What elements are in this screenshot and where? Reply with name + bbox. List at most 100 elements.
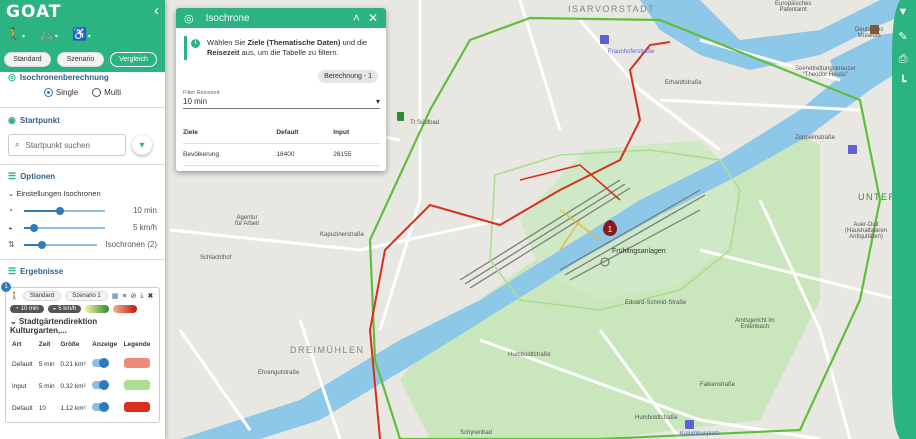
panel-header: GOAT ‹ 🚶▾ 🚲▾ ♿▾ Standard Szenario Vergle…: [0, 0, 165, 72]
list-icon: ☰: [8, 266, 17, 277]
map-label: Kolumbusplatz: [680, 431, 720, 437]
search-icon: ⌕: [15, 140, 20, 150]
map-label: Europäisches Patentamt: [775, 1, 812, 13]
table-icon[interactable]: ▦: [112, 292, 119, 300]
visibility-off-icon[interactable]: ⊘: [130, 292, 136, 300]
delete-icon[interactable]: ✖: [147, 292, 153, 300]
scenario-button[interactable]: Szenario: [57, 52, 104, 67]
standard-button[interactable]: Standard: [4, 52, 51, 67]
slider-track[interactable]: [24, 223, 105, 232]
visibility-toggle[interactable]: [92, 402, 110, 413]
filter-icon[interactable]: ▼: [895, 6, 911, 18]
calculation-select-button[interactable]: Berechnung - 1: [318, 70, 378, 83]
radio-single[interactable]: Single: [43, 88, 78, 98]
map-label: Agentur für Arbeit: [235, 215, 260, 227]
right-toolbar: ▼ ✎ ⎙ ┗: [890, 0, 916, 439]
map-label: Fraunhoferstraße: [608, 49, 655, 55]
minimize-icon[interactable]: ˄: [353, 11, 360, 25]
walk-mode-button[interactable]: 🚶▾: [6, 27, 25, 41]
svg-text:1: 1: [608, 225, 613, 234]
poi-ubahn-icon[interactable]: [600, 35, 609, 44]
map-label: Tr Südlbad: [410, 120, 440, 126]
dropdown-arrow-icon: ▾: [375, 97, 380, 106]
slider-track[interactable]: [24, 206, 105, 215]
chevron-down-icon[interactable]: ⌄: [10, 317, 17, 326]
sliders-icon: ☰: [8, 171, 17, 182]
green-legend-gradient: [85, 305, 110, 314]
section-title: ☰ Ergebnisse: [8, 266, 64, 277]
visibility-toggle[interactable]: [92, 380, 110, 391]
target-icon: ◎: [8, 72, 16, 82]
compare-button[interactable]: Vergleich: [110, 52, 157, 67]
isochrone-count-slider[interactable]: ⇅ Isochronen (2): [8, 236, 157, 253]
clock-icon: ◔: [8, 206, 13, 216]
edit-icon[interactable]: ✎: [895, 30, 911, 43]
table-row: Default 10 1.12 km²: [10, 397, 155, 419]
section-title: ☰ Optionen: [8, 171, 56, 182]
close-icon[interactable]: ✕: [368, 11, 378, 25]
info-message: i Wählen Sie Ziele (Thematische Daten) u…: [184, 36, 378, 60]
info-icon: i: [191, 39, 200, 48]
pick-location-button[interactable]: ▾: [132, 135, 152, 156]
map-label: Humboldtstraße: [508, 352, 551, 358]
chip-scenario[interactable]: Szenario 1: [65, 291, 108, 302]
park-poi-icon[interactable]: [397, 112, 404, 121]
layout-icon[interactable]: ┗: [895, 75, 911, 88]
wheelchair-mode-button[interactable]: ♿▾: [72, 27, 91, 41]
layers-icon[interactable]: ≡: [122, 293, 126, 300]
legend-swatch[interactable]: [123, 358, 150, 369]
map-label: Amtsgericht im Entenbach: [735, 318, 775, 330]
legend-swatch[interactable]: [123, 380, 150, 391]
popup-header: ◎ Isochrone ˄ ✕: [176, 8, 386, 28]
result-card: 1 🚶 Standard Szenario 1 ▦ ≡ ⊘ ⤓ ✖ ◔ 10 m…: [1, 282, 160, 424]
map-label: Schlachthof: [200, 255, 232, 261]
startpoint-section: ◉ Startpunkt ⌕ Startpunkt suchen ▾: [0, 115, 165, 157]
radio-multi[interactable]: Multi: [92, 88, 121, 98]
isochrone-popup: ◎ Isochrone ˄ ✕ i Wählen Sie Ziele (Them…: [176, 8, 386, 171]
chip-standard[interactable]: Standard: [22, 291, 62, 302]
map-label: Deutsches Museum: [855, 27, 884, 39]
poi-ubahn-icon[interactable]: [685, 420, 694, 429]
print-icon[interactable]: ⎙: [895, 53, 911, 66]
options-section: ☰ Optionen ⌄ Einstellungen Isochronen ◔ …: [0, 171, 165, 253]
results-section: ☰ Ergebnisse: [0, 266, 165, 277]
speed-slider[interactable]: ◒ 5 km/h: [8, 219, 157, 236]
section-title: ◉ Startpunkt: [8, 115, 60, 126]
map-label: Ehrengutstraße: [258, 370, 300, 376]
table-row: Bevölkerung 18400 26155: [183, 143, 380, 166]
pin-icon: ◉: [8, 115, 16, 126]
map-label: Falkenstraße: [700, 382, 736, 388]
chevron-left-icon[interactable]: ‹: [154, 2, 159, 19]
isochrone-table: Ziele Default Input Bevölkerung 18400 26155: [183, 123, 380, 166]
calc-type-radios: Single Multi: [8, 88, 157, 98]
map-label: Frühlingsanlagen: [612, 248, 666, 255]
map-label: Eduard-Schmid-Straße: [625, 300, 687, 306]
steps-icon: ⇅: [8, 240, 15, 250]
scenario-toggle: Standard Szenario Vergleich: [4, 52, 157, 67]
time-slider[interactable]: ◔ 10 min: [8, 202, 157, 219]
map-label: Kapuzinerstraße: [320, 232, 365, 238]
section-title: ◎ Isochronenberechnung: [8, 72, 109, 82]
download-icon[interactable]: ⤓: [140, 292, 143, 300]
speedometer-icon: ◒: [8, 223, 13, 233]
bike-mode-button[interactable]: 🚲▾: [39, 27, 58, 41]
settings-expander[interactable]: ⌄ Einstellungen Isochronen: [8, 189, 157, 198]
slider-track[interactable]: [24, 240, 97, 249]
map-label: Erhardtstraße: [665, 80, 702, 86]
traveltime-filter-select[interactable]: Filter Reisezeit 10 min ▾: [183, 90, 380, 109]
map-label: Schyrenbad: [460, 430, 493, 436]
map-label: Humboldtstraße: [635, 415, 678, 421]
poi-icon[interactable]: [848, 145, 857, 154]
table-row: Input 5 min 0.32 km²: [10, 375, 155, 397]
district-label: DREIMÜHLEN: [290, 345, 365, 355]
time-chip: ◔ 10 min: [10, 305, 44, 314]
org-title: ⌄ Stadtgärtendirektion Kulturgarten,...: [10, 317, 98, 336]
startpoint-search-input[interactable]: ⌕ Startpunkt suchen: [8, 134, 126, 157]
isochrone-calc-section: ◎ Isochronenberechnung Single Multi: [0, 72, 165, 98]
target-icon: ◎: [184, 12, 194, 25]
visibility-toggle[interactable]: [92, 358, 110, 369]
legend-swatch[interactable]: [123, 402, 150, 413]
speed-chip: ◒ 5 km/h: [47, 305, 82, 314]
result-toolbar: 🚶 Standard Szenario 1 ▦ ≡ ⊘ ⤓ ✖: [10, 291, 155, 302]
app-logo: GOAT: [6, 2, 62, 22]
